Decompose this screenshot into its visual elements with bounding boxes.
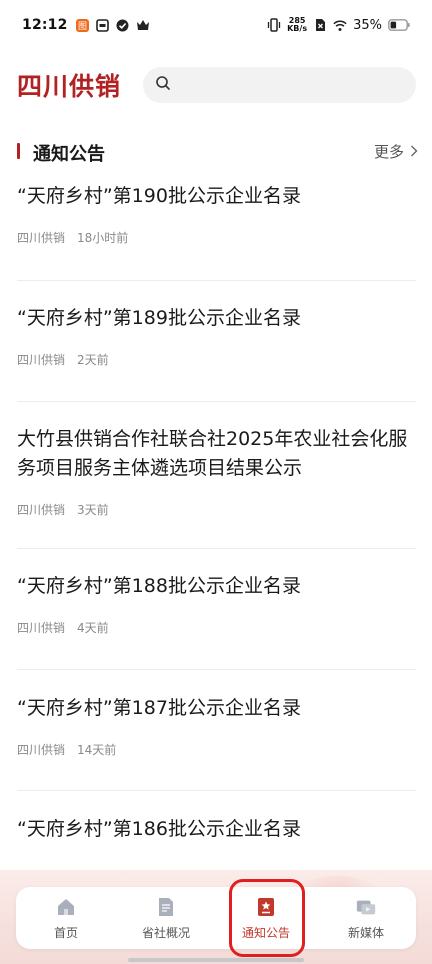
home-indicator[interactable] [128, 958, 304, 962]
notice-icon [255, 896, 277, 918]
search-icon [155, 75, 171, 95]
more-label: 更多 [373, 143, 404, 161]
divider [17, 280, 416, 281]
nav-item-overview[interactable]: 省社概况 [116, 887, 216, 949]
news-item[interactable]: “天府乡村”第189批公示企业名录 四川供销 2天前 [17, 304, 416, 368]
news-time: 2天前 [77, 353, 109, 367]
section-accent-bar [17, 143, 20, 159]
news-item[interactable]: “天府乡村”第190批公示企业名录 四川供销 18小时前 [17, 182, 416, 246]
no-sim-icon [313, 18, 327, 32]
section-header: 通知公告 更多 [0, 138, 432, 166]
document-icon [155, 896, 177, 918]
battery-percent: 35% [353, 17, 382, 33]
search-input[interactable] [179, 67, 416, 103]
news-time: 3天前 [77, 503, 109, 517]
news-title: “天府乡村”第188批公示企业名录 [17, 575, 301, 597]
news-source: 四川供销 [17, 743, 66, 757]
news-meta: 四川供销 2天前 [17, 351, 416, 368]
net-speed: 285 KB/s [287, 17, 307, 33]
news-item[interactable]: 大竹县供销合作社联合社2025年农业社会化服务项目服务主体遴选项目结果公示 四川… [17, 425, 416, 518]
battery-icon [388, 18, 410, 32]
nav-label: 新媒体 [347, 925, 384, 940]
header: 四川供销 [0, 62, 432, 108]
divider [17, 548, 416, 549]
wifi-icon [333, 18, 347, 32]
news-meta: 四川供销 4天前 [17, 619, 416, 636]
net-speed-unit: KB/s [287, 24, 308, 33]
status-bar: 12:12 图 285 KB/s 35% [0, 0, 432, 50]
nav-item-media[interactable]: 新媒体 [316, 887, 416, 949]
news-title: 大竹县供销合作社联合社2025年农业社会化服务项目服务主体遴选项目结果公示 [17, 428, 408, 479]
app-notification-icon: 图 [76, 18, 90, 32]
brand-logo: 四川供销 [17, 72, 122, 101]
news-title: “天府乡村”第186批公示企业名录 [17, 818, 301, 840]
nav-label: 首页 [53, 925, 78, 940]
vibrate-icon [267, 18, 281, 32]
nav-label: 省社概况 [141, 925, 190, 940]
status-left: 12:12 图 [22, 17, 150, 33]
media-icon [355, 896, 377, 918]
svg-text:图: 图 [78, 21, 87, 32]
nav-item-home[interactable]: 首页 [16, 887, 116, 949]
news-meta: 四川供销 14天前 [17, 741, 416, 758]
news-meta: 四川供销 3天前 [17, 501, 416, 518]
divider [17, 790, 416, 791]
chevron-right-icon [410, 143, 418, 161]
news-item[interactable]: “天府乡村”第187批公示企业名录 四川供销 14天前 [17, 694, 416, 758]
bottom-nav: 首页 省社概况 通知公告 新媒体 [16, 887, 416, 949]
home-icon [55, 896, 77, 918]
news-title: “天府乡村”第190批公示企业名录 [17, 185, 301, 207]
news-time: 14天前 [77, 743, 117, 757]
check-circle-icon [116, 18, 130, 32]
news-title: “天府乡村”第187批公示企业名录 [17, 697, 301, 719]
news-time: 18小时前 [77, 231, 129, 245]
wallet-icon [96, 18, 110, 32]
news-source: 四川供销 [17, 621, 66, 635]
nav-label: 通知公告 [241, 925, 290, 940]
news-item[interactable]: “天府乡村”第188批公示企业名录 四川供销 4天前 [17, 572, 416, 636]
news-title: “天府乡村”第189批公示企业名录 [17, 307, 301, 329]
news-source: 四川供销 [17, 503, 66, 517]
status-time: 12:12 [22, 17, 68, 33]
nav-item-notices[interactable]: 通知公告 [216, 887, 316, 949]
divider [17, 669, 416, 670]
news-time: 4天前 [77, 621, 109, 635]
news-source: 四川供销 [17, 353, 66, 367]
news-source: 四川供销 [17, 231, 66, 245]
search-bar[interactable] [143, 67, 416, 103]
news-item[interactable]: “天府乡村”第186批公示企业名录 [17, 815, 416, 844]
more-link[interactable]: 更多 [374, 141, 418, 162]
divider [17, 401, 416, 402]
section-title: 通知公告 [33, 144, 105, 165]
news-meta: 四川供销 18小时前 [17, 229, 416, 246]
status-right: 285 KB/s 35% [267, 17, 410, 33]
crown-icon [136, 18, 150, 32]
